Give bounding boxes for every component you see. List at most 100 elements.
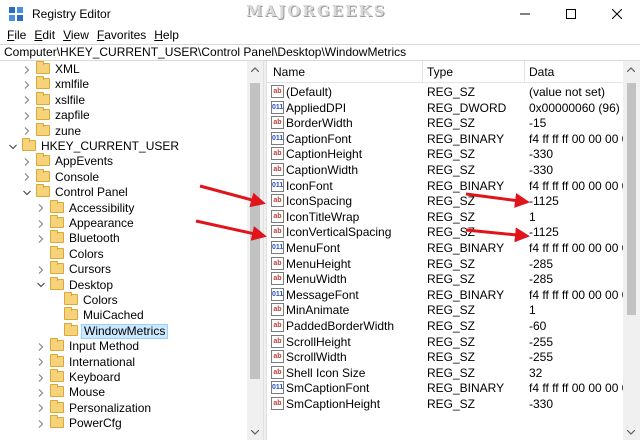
value-type: REG_SZ: [427, 85, 476, 99]
value-row-shell-icon-size[interactable]: ab Shell Icon Size REG_SZ 32: [267, 365, 627, 381]
value-row-menuwidth[interactable]: ab MenuWidth REG_SZ -285: [267, 271, 627, 287]
chevron-right-icon[interactable]: [36, 216, 45, 231]
value-type: REG_SZ: [427, 350, 476, 365]
tree-item-mouse[interactable]: Mouse: [0, 384, 247, 400]
value-row-captionfont[interactable]: 011 CaptionFont REG_BINARY f4 ff ff ff 00 0…: [267, 131, 627, 147]
column-data[interactable]: Data: [529, 65, 554, 79]
chevron-down-icon[interactable]: [36, 278, 45, 293]
tree-item-personalization[interactable]: Personalization: [0, 399, 247, 416]
column-divider[interactable]: [524, 61, 525, 83]
chevron-right-icon[interactable]: [22, 77, 31, 92]
value-row-captionwidth[interactable]: ab CaptionWidth REG_SZ -330: [267, 162, 627, 178]
value-name: SmCaptionHeight: [286, 397, 381, 411]
close-button[interactable]: [594, 0, 640, 28]
value-row-paddedborderwidth[interactable]: ab PaddedBorderWidth REG_SZ -60: [267, 318, 627, 334]
list-scrollbar[interactable]: [623, 61, 640, 440]
chevron-right-icon[interactable]: [36, 370, 45, 385]
value-row-scrollheight[interactable]: ab ScrollHeight REG_SZ -255: [267, 334, 627, 350]
tree-item-muicached[interactable]: MuiCached: [0, 307, 247, 323]
tree-item-international[interactable]: International: [0, 353, 247, 370]
folder-icon: [36, 153, 50, 167]
tree-item-colors[interactable]: Colors: [0, 292, 247, 308]
chevron-right-icon[interactable]: [36, 201, 45, 216]
maximize-button[interactable]: [548, 0, 594, 28]
chevron-right-icon[interactable]: [36, 339, 45, 354]
scroll-down-arrow-icon[interactable]: [247, 424, 263, 440]
value-row-menuheight[interactable]: ab MenuHeight REG_SZ -285: [267, 256, 627, 272]
tree-item-desktop[interactable]: Desktop: [0, 276, 247, 293]
address-bar[interactable]: Computer\HKEY_CURRENT_USER\Control Panel…: [0, 44, 640, 61]
tree-item-label: Cursors: [69, 262, 112, 277]
minimize-button[interactable]: [502, 0, 548, 28]
value-data: -1125: [529, 194, 559, 209]
value-type: REG_BINARY: [427, 131, 505, 146]
chevron-right-icon[interactable]: [22, 62, 31, 77]
tree-item-keyboard[interactable]: Keyboard: [0, 369, 247, 385]
chevron-right-icon[interactable]: [36, 416, 45, 431]
scroll-down-arrow-icon[interactable]: [623, 424, 639, 440]
tree-item-bluetooth[interactable]: Bluetooth: [0, 230, 247, 246]
chevron-right-icon[interactable]: [36, 231, 45, 246]
chevron-right-icon[interactable]: [22, 108, 31, 123]
tree-item-xml[interactable]: XML: [0, 61, 247, 77]
chevron-down-icon[interactable]: [22, 185, 31, 200]
column-name[interactable]: Name: [273, 65, 305, 79]
value-row-minanimate[interactable]: ab MinAnimate REG_SZ 1: [267, 302, 627, 318]
value-row--default-[interactable]: ab (Default) REG_SZ (value not set): [267, 84, 627, 100]
menu-view[interactable]: View: [59, 28, 93, 44]
value-data: -255: [529, 334, 554, 349]
value-row-iconspacing[interactable]: ab IconSpacing REG_SZ -1125: [267, 193, 627, 209]
value-row-icontitlewrap[interactable]: ab IconTitleWrap REG_SZ 1: [267, 209, 627, 225]
chevron-right-icon[interactable]: [22, 124, 31, 139]
string-value-icon: ab: [271, 319, 284, 332]
tree-item-xslfile[interactable]: xslfile: [0, 91, 247, 108]
folder-icon: [50, 415, 64, 429]
value-row-smcaptionheight[interactable]: ab SmCaptionHeight REG_SZ -330: [267, 396, 627, 412]
value-row-scrollwidth[interactable]: ab ScrollWidth REG_SZ -255: [267, 349, 627, 365]
tree-item-console[interactable]: Console: [0, 168, 247, 185]
value-row-smcaptionfont[interactable]: 011 SmCaptionFont REG_BINARY f4 ff ff ff 00…: [267, 380, 627, 396]
value-row-iconverticalspacing[interactable]: ab IconVerticalSpacing REG_SZ -1125: [267, 224, 627, 240]
value-row-captionheight[interactable]: ab CaptionHeight REG_SZ -330: [267, 146, 627, 162]
menu-favorites[interactable]: Favorites: [93, 28, 150, 44]
folder-icon: [50, 369, 64, 382]
value-row-iconfont[interactable]: 011 IconFont REG_BINARY f4 ff ff ff 00 00 0…: [267, 178, 627, 194]
value-row-menufont[interactable]: 011 MenuFont REG_BINARY f4 ff ff ff 00 00 0…: [267, 240, 627, 256]
tree-item-zapfile[interactable]: zapfile: [0, 107, 247, 123]
tree-item-zune[interactable]: zune: [0, 122, 247, 139]
tree-scrollbar[interactable]: [247, 61, 263, 440]
value-row-messagefont[interactable]: 011 MessageFont REG_BINARY f4 ff ff ff 00 0…: [267, 287, 627, 303]
chevron-right-icon[interactable]: [36, 355, 45, 370]
scroll-up-arrow-icon[interactable]: [247, 61, 263, 77]
tree-item-appevents[interactable]: AppEvents: [0, 153, 247, 169]
tree-item-colors[interactable]: Colors: [0, 245, 247, 262]
chevron-down-icon[interactable]: [8, 139, 17, 154]
column-type[interactable]: Type: [427, 65, 453, 79]
tree-item-label: Bluetooth: [69, 231, 120, 246]
chevron-right-icon[interactable]: [36, 401, 45, 416]
list-scrollbar-thumb[interactable]: [627, 83, 636, 315]
chevron-right-icon[interactable]: [22, 170, 31, 185]
menu-edit[interactable]: Edit: [30, 28, 59, 44]
tree-item-powercfg[interactable]: PowerCfg: [0, 415, 247, 431]
chevron-right-icon[interactable]: [36, 262, 45, 277]
tree-item-windowmetrics[interactable]: WindowMetrics: [0, 322, 247, 339]
tree-item-input-method[interactable]: Input Method: [0, 338, 247, 354]
chevron-right-icon[interactable]: [36, 385, 45, 400]
chevron-right-icon[interactable]: [22, 154, 31, 169]
minimize-icon: [520, 13, 530, 15]
scroll-up-arrow-icon[interactable]: [623, 61, 639, 77]
value-row-applieddpi[interactable]: 011 AppliedDPI REG_DWORD 0x00000060 (96): [267, 100, 627, 116]
menu-help[interactable]: Help: [150, 28, 183, 44]
menu-file[interactable]: File: [3, 28, 30, 44]
tree-item-accessibility[interactable]: Accessibility: [0, 199, 247, 216]
column-divider[interactable]: [422, 61, 423, 83]
tree-scrollbar-thumb[interactable]: [250, 83, 260, 379]
tree-item-control-panel[interactable]: Control Panel: [0, 184, 247, 200]
tree-item-hkey-current-user[interactable]: HKEY_CURRENT_USER: [0, 138, 247, 154]
tree-item-appearance[interactable]: Appearance: [0, 215, 247, 231]
value-row-borderwidth[interactable]: ab BorderWidth REG_SZ -15: [267, 115, 627, 131]
tree-item-cursors[interactable]: Cursors: [0, 261, 247, 277]
tree-item-xmlfile[interactable]: xmlfile: [0, 76, 247, 92]
chevron-right-icon[interactable]: [22, 93, 31, 108]
